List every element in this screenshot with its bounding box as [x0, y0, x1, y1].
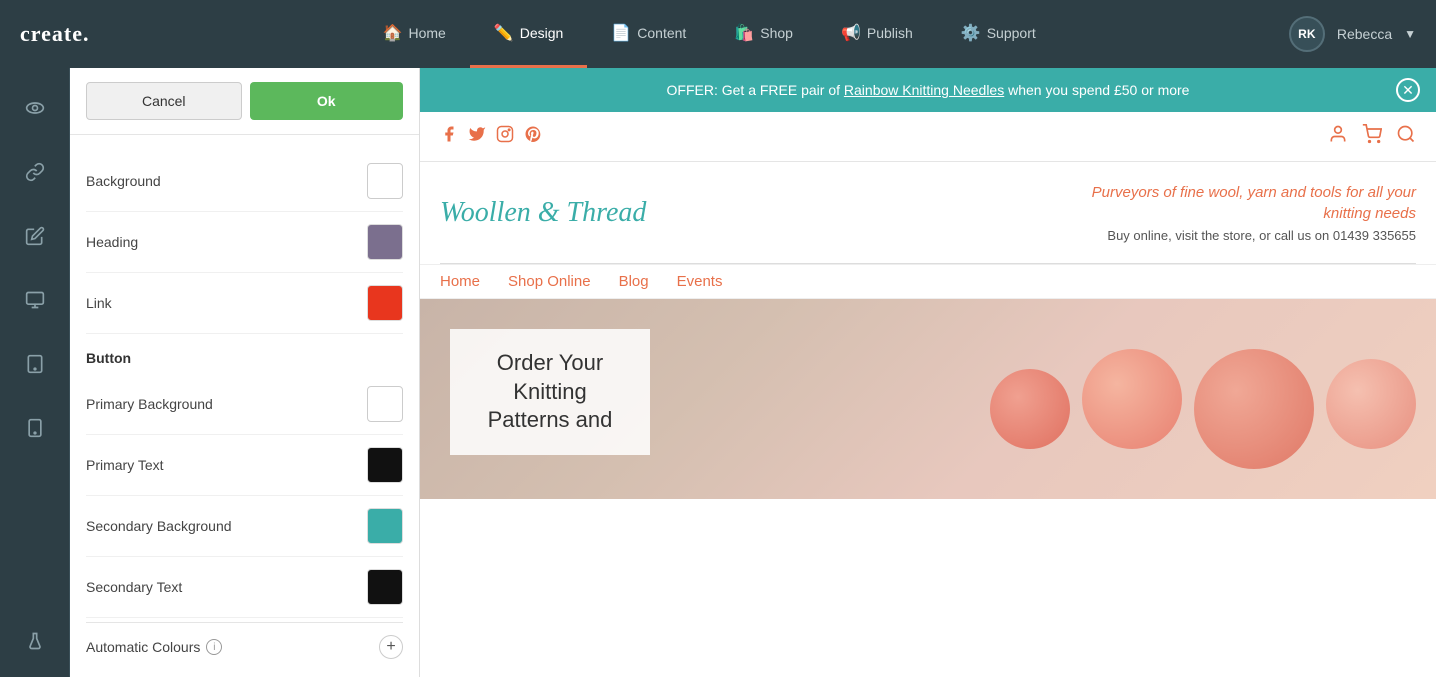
panel-header: Cancel Ok: [70, 68, 419, 135]
nav-item-design[interactable]: ✏️ Design: [470, 0, 588, 68]
yarn-ball-4: [1326, 359, 1416, 449]
offer-close-button[interactable]: ✕: [1396, 78, 1420, 102]
nav-right: RK Rebecca ▼: [1289, 16, 1416, 52]
offer-banner: OFFER: Get a FREE pair of Rainbow Knitti…: [420, 68, 1436, 112]
hero-text-box: Order Your Knitting Patterns and: [450, 329, 650, 455]
auto-colours-label: Automatic Colours i: [86, 639, 222, 655]
hero-area: Order Your Knitting Patterns and: [420, 299, 1436, 499]
background-swatch[interactable]: [367, 163, 403, 199]
ok-button[interactable]: Ok: [250, 82, 404, 120]
sidebar-icon-link[interactable]: [15, 152, 55, 192]
account-icon[interactable]: [1328, 124, 1348, 149]
color-row-primary-text: Primary Text: [86, 435, 403, 496]
top-navigation: create. 🏠 Home ✏️ Design 📄 Content 🛍️ Sh…: [0, 0, 1436, 68]
nav-item-home[interactable]: 🏠 Home: [359, 0, 470, 68]
color-row-secondary-bg: Secondary Background: [86, 496, 403, 557]
nav-item-support[interactable]: ⚙️ Support: [937, 0, 1060, 68]
twitter-icon[interactable]: [468, 125, 486, 148]
nav-shop-online[interactable]: Shop Online: [508, 273, 591, 290]
hero-text: Order Your Knitting Patterns and: [470, 349, 630, 435]
primary-text-label: Primary Text: [86, 457, 164, 473]
header-right-icons: [1328, 124, 1416, 149]
heading-swatch[interactable]: [367, 224, 403, 260]
secondary-bg-label: Secondary Background: [86, 518, 232, 534]
logo[interactable]: create.: [20, 21, 90, 47]
yarn-ball-2: [1082, 349, 1182, 449]
support-icon: ⚙️: [961, 23, 981, 43]
site-nav: Home Shop Online Blog Events: [420, 264, 1436, 299]
add-automatic-colour-button[interactable]: +: [379, 635, 403, 659]
sidebar-icons: [0, 68, 70, 677]
automatic-colours-row: Automatic Colours i +: [86, 622, 403, 671]
sidebar-icon-tablet[interactable]: [15, 344, 55, 384]
chevron-down-icon: ▼: [1404, 27, 1416, 41]
nav-item-shop[interactable]: 🛍️ Shop: [710, 0, 817, 68]
brand-tagline: Purveyors of fine wool, yarn and tools f…: [1066, 182, 1416, 243]
link-label: Link: [86, 295, 112, 311]
nav-links: 🏠 Home ✏️ Design 📄 Content 🛍️ Shop 📢 Pub…: [130, 0, 1289, 68]
cart-icon[interactable]: [1362, 124, 1382, 149]
facebook-icon[interactable]: [440, 125, 458, 148]
shop-icon: 🛍️: [734, 23, 754, 43]
info-icon[interactable]: i: [206, 639, 222, 655]
panel-content: Background Heading Link Button Primary B…: [70, 135, 419, 677]
sidebar-icon-desktop[interactable]: [15, 280, 55, 320]
instagram-icon[interactable]: [496, 125, 514, 148]
avatar[interactable]: RK: [1289, 16, 1325, 52]
color-row-secondary-text: Secondary Text: [86, 557, 403, 618]
offer-link[interactable]: Rainbow Knitting Needles: [844, 82, 1004, 98]
nav-home[interactable]: Home: [440, 273, 480, 290]
secondary-text-swatch[interactable]: [367, 569, 403, 605]
home-icon: 🏠: [383, 23, 403, 43]
social-icons: [440, 125, 542, 148]
tagline-text: Purveyors of fine wool, yarn and tools f…: [1066, 182, 1416, 224]
button-section-title: Button: [86, 334, 403, 374]
preview-area: OFFER: Get a FREE pair of Rainbow Knitti…: [420, 68, 1436, 677]
background-label: Background: [86, 173, 161, 189]
nav-item-publish[interactable]: 📢 Publish: [817, 0, 937, 68]
user-name[interactable]: Rebecca: [1337, 26, 1392, 42]
secondary-bg-swatch[interactable]: [367, 508, 403, 544]
link-swatch[interactable]: [367, 285, 403, 321]
nav-events[interactable]: Events: [677, 273, 723, 290]
secondary-text-label: Secondary Text: [86, 579, 182, 595]
search-icon[interactable]: [1396, 124, 1416, 149]
yarn-ball-1: [990, 369, 1070, 449]
color-row-heading: Heading: [86, 212, 403, 273]
primary-bg-swatch[interactable]: [367, 386, 403, 422]
publish-icon: 📢: [841, 23, 861, 43]
color-panel: Cancel Ok Background Heading Link Button: [70, 68, 420, 677]
sidebar-icon-flask[interactable]: [15, 621, 55, 661]
content-icon: 📄: [611, 23, 631, 43]
yarn-ball-3: [1194, 349, 1314, 469]
heading-label: Heading: [86, 234, 138, 250]
primary-bg-label: Primary Background: [86, 396, 213, 412]
color-row-background: Background: [86, 151, 403, 212]
brand-name: Woollen & Thread: [440, 197, 646, 229]
pinterest-icon[interactable]: [524, 125, 542, 148]
nav-item-content[interactable]: 📄 Content: [587, 0, 710, 68]
color-row-primary-bg: Primary Background: [86, 374, 403, 435]
sidebar-icon-mobile[interactable]: [15, 408, 55, 448]
main-layout: Cancel Ok Background Heading Link Button: [0, 68, 1436, 677]
sidebar-icon-eye[interactable]: [15, 88, 55, 128]
sidebar-icon-edit[interactable]: [15, 216, 55, 256]
site-header: [420, 112, 1436, 162]
offer-text: OFFER: Get a FREE pair of Rainbow Knitti…: [667, 82, 1190, 98]
color-row-link: Link: [86, 273, 403, 334]
cancel-button[interactable]: Cancel: [86, 82, 242, 120]
contact-text: Buy online, visit the store, or call us …: [1066, 228, 1416, 243]
brand-area: Woollen & Thread Purveyors of fine wool,…: [420, 162, 1436, 263]
website-preview: Woollen & Thread Purveyors of fine wool,…: [420, 112, 1436, 677]
primary-text-swatch[interactable]: [367, 447, 403, 483]
nav-blog[interactable]: Blog: [619, 273, 649, 290]
design-icon: ✏️: [494, 23, 514, 43]
yarn-decoration: [990, 349, 1416, 449]
